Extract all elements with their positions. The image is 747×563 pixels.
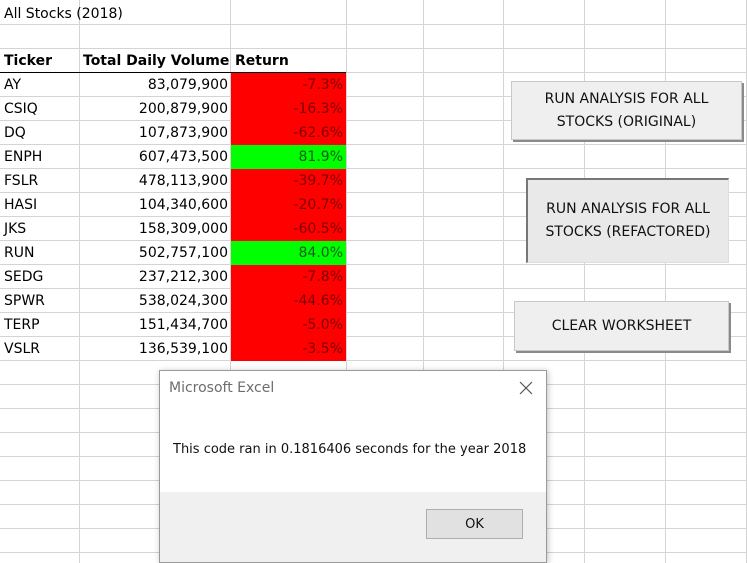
ticker-cell: VSLR bbox=[4, 341, 40, 357]
volume-cell: 502,757,100 bbox=[138, 245, 228, 261]
run-refactored-line1: RUN ANALYSIS FOR ALL bbox=[546, 201, 710, 217]
volume-cell: 136,539,100 bbox=[138, 341, 228, 357]
ticker-cell: ENPH bbox=[4, 149, 43, 165]
header-volume: Total Daily Volume bbox=[83, 53, 230, 69]
return-cell: -60.5% bbox=[231, 217, 346, 241]
return-cell: -39.7% bbox=[231, 169, 346, 193]
return-cell: -3.5% bbox=[231, 337, 346, 361]
return-cell: -5.0% bbox=[231, 313, 346, 337]
ticker-cell: JKS bbox=[4, 221, 27, 237]
volume-cell: 107,873,900 bbox=[138, 125, 228, 141]
message-dialog: Microsoft Excel This code ran in 0.18164… bbox=[159, 370, 547, 563]
volume-cell: 83,079,900 bbox=[147, 77, 228, 93]
ticker-cell: RUN bbox=[4, 245, 35, 261]
volume-cell: 607,473,500 bbox=[138, 149, 228, 165]
return-cell: 84.0% bbox=[231, 241, 346, 265]
run-analysis-original-button[interactable]: RUN ANALYSIS FOR ALL STOCKS (ORIGINAL) bbox=[511, 81, 742, 140]
ticker-cell: SPWR bbox=[4, 293, 45, 309]
run-original-line1: RUN ANALYSIS FOR ALL bbox=[544, 90, 709, 107]
volume-cell: 538,024,300 bbox=[138, 293, 228, 309]
clear-worksheet-label: CLEAR WORKSHEET bbox=[551, 317, 692, 334]
return-cell: -7.3% bbox=[231, 73, 346, 97]
ticker-cell: CSIQ bbox=[4, 101, 38, 117]
dialog-footer: OK bbox=[160, 492, 546, 562]
run-original-line2: STOCKS (ORIGINAL) bbox=[556, 113, 697, 130]
ticker-cell: DQ bbox=[4, 125, 26, 141]
return-cell: -16.3% bbox=[231, 97, 346, 121]
return-cell: -20.7% bbox=[231, 193, 346, 217]
dialog-title: Microsoft Excel bbox=[169, 380, 275, 396]
ok-button[interactable]: OK bbox=[426, 509, 523, 539]
run-analysis-refactored-button[interactable]: RUN ANALYSIS FOR ALL STOCKS (REFACTORED) bbox=[526, 178, 729, 263]
ticker-cell: AY bbox=[4, 77, 22, 93]
clear-worksheet-button[interactable]: CLEAR WORKSHEET bbox=[514, 301, 729, 351]
ticker-cell: HASI bbox=[4, 197, 38, 213]
run-refactored-line2: STOCKS (REFACTORED) bbox=[545, 224, 711, 240]
return-cell: -44.6% bbox=[231, 289, 346, 313]
ticker-cell: FSLR bbox=[4, 173, 39, 189]
return-cell: 81.9% bbox=[231, 145, 346, 169]
dialog-message: This code ran in 0.1816406 seconds for t… bbox=[173, 442, 527, 457]
header-return: Return bbox=[235, 53, 289, 69]
ok-button-label: OK bbox=[465, 516, 484, 532]
volume-cell: 200,879,900 bbox=[138, 101, 228, 117]
volume-cell: 478,113,900 bbox=[138, 173, 228, 189]
volume-cell: 237,212,300 bbox=[138, 269, 228, 285]
volume-cell: 151,434,700 bbox=[138, 317, 228, 333]
volume-cell: 104,340,600 bbox=[138, 197, 228, 213]
return-cell: -7.8% bbox=[231, 265, 346, 289]
header-ticker: Ticker bbox=[4, 53, 52, 69]
ticker-cell: SEDG bbox=[4, 269, 44, 285]
volume-cell: 158,309,000 bbox=[138, 221, 228, 237]
ticker-cell: TERP bbox=[4, 317, 40, 333]
close-icon[interactable] bbox=[518, 380, 534, 396]
return-cell: -62.6% bbox=[231, 121, 346, 145]
sheet-title: All Stocks (2018) bbox=[4, 6, 123, 22]
